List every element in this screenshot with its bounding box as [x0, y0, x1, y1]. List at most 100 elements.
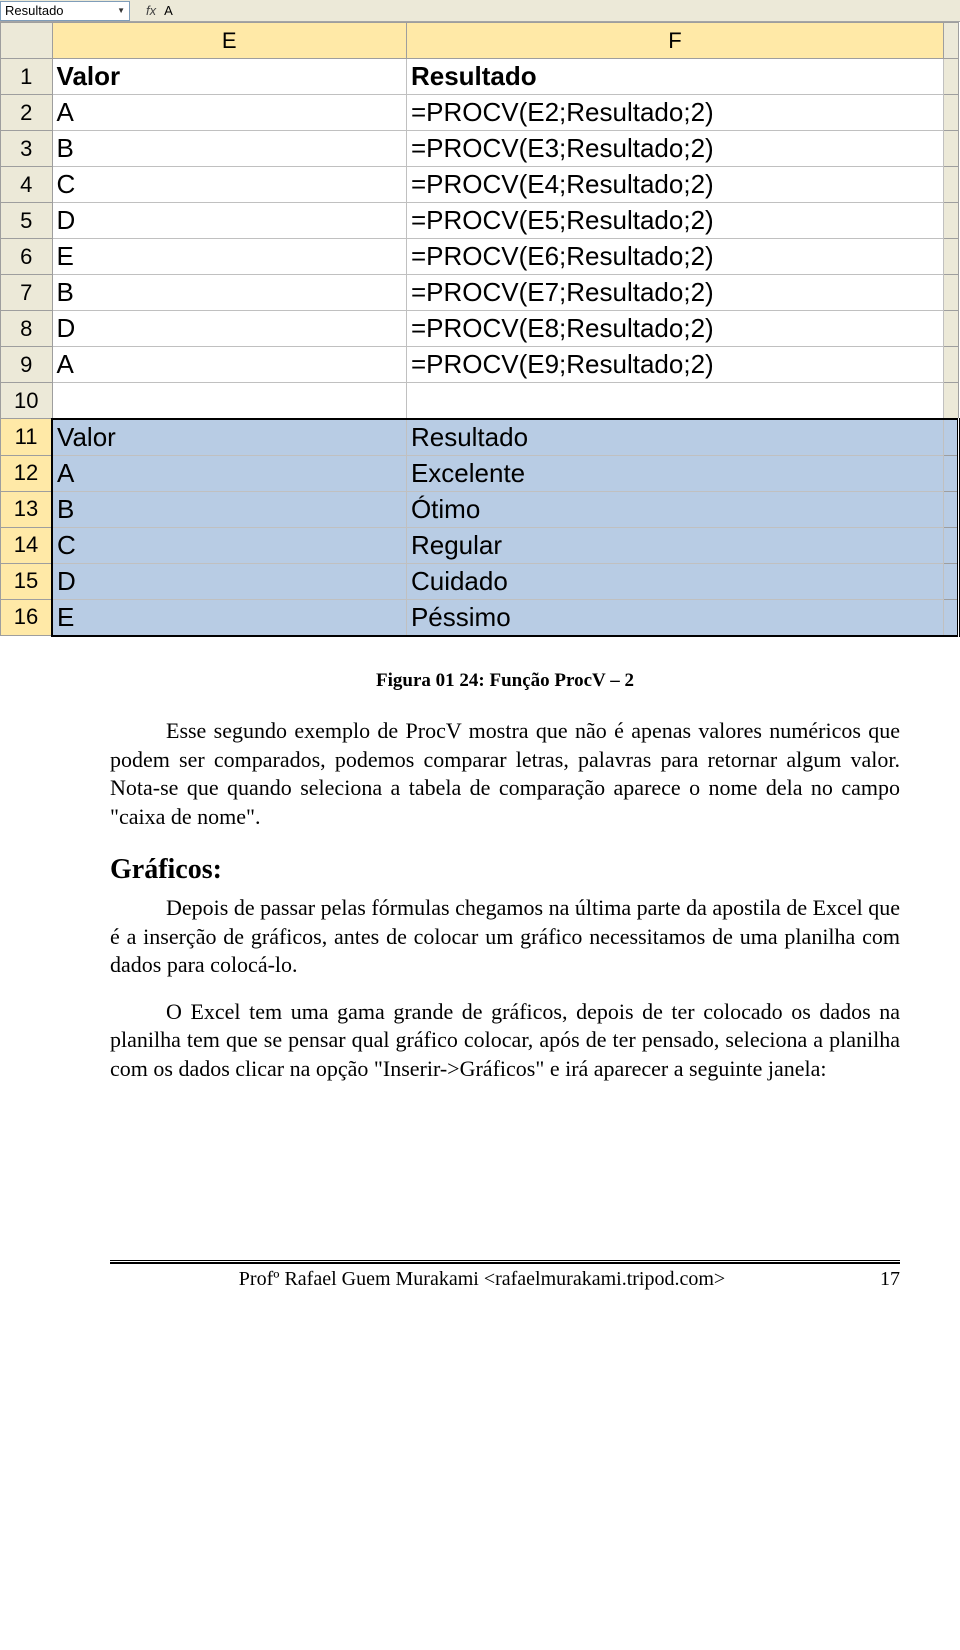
- namebox-row: Resultado ▼ fx A: [0, 0, 960, 22]
- cell-f[interactable]: Regular: [406, 527, 943, 563]
- cell-f[interactable]: Excelente: [406, 455, 943, 491]
- row-header[interactable]: 1: [1, 59, 53, 95]
- name-box-value: Resultado: [5, 3, 64, 18]
- cell-edge: [943, 527, 958, 563]
- row-header[interactable]: 6: [1, 239, 53, 275]
- cell-e[interactable]: B: [52, 131, 406, 167]
- document-body: Figura 01 24: Função ProcV – 2 Esse segu…: [0, 637, 960, 1122]
- row-header[interactable]: 10: [1, 383, 53, 419]
- cell-f[interactable]: =PROCV(E2;Resultado;2): [406, 95, 943, 131]
- paragraph-2: Depois de passar pelas fórmulas chegamos…: [110, 894, 900, 980]
- row-header[interactable]: 15: [1, 563, 53, 599]
- cell-edge: [943, 491, 958, 527]
- spreadsheet-panel: Resultado ▼ fx A E F 1ValorResultado2A=P…: [0, 0, 960, 637]
- section-heading-graficos: Gráficos:: [110, 852, 900, 888]
- cell-f[interactable]: =PROCV(E7;Resultado;2): [406, 275, 943, 311]
- col-header-e[interactable]: E: [52, 23, 406, 59]
- page-footer: Profº Rafael Guem Murakami <rafaelmuraka…: [110, 1262, 900, 1291]
- cell-e[interactable]: C: [52, 167, 406, 203]
- formula-bar[interactable]: fx A: [130, 3, 960, 18]
- row-header[interactable]: 9: [1, 347, 53, 383]
- table-row: 6E=PROCV(E6;Resultado;2): [1, 239, 959, 275]
- table-row: 7B=PROCV(E7;Resultado;2): [1, 275, 959, 311]
- cell-edge: [943, 59, 958, 95]
- table-row: 8D=PROCV(E8;Resultado;2): [1, 311, 959, 347]
- cell-e[interactable]: [52, 383, 406, 419]
- row-header[interactable]: 2: [1, 95, 53, 131]
- table-row: 14CRegular: [1, 527, 959, 563]
- cell-edge: [943, 95, 958, 131]
- cell-e[interactable]: D: [52, 311, 406, 347]
- table-row: 5D=PROCV(E5;Resultado;2): [1, 203, 959, 239]
- cell-edge: [943, 239, 958, 275]
- row-header[interactable]: 11: [1, 419, 53, 456]
- cell-e[interactable]: C: [52, 527, 406, 563]
- paragraph-1: Esse segundo exemplo de ProcV mostra que…: [110, 717, 900, 831]
- cell-e[interactable]: B: [52, 275, 406, 311]
- table-row: 1ValorResultado: [1, 59, 959, 95]
- cell-e[interactable]: D: [52, 203, 406, 239]
- cell-e[interactable]: D: [52, 563, 406, 599]
- cell-e[interactable]: E: [52, 239, 406, 275]
- row-header[interactable]: 8: [1, 311, 53, 347]
- table-row: 9A=PROCV(E9;Resultado;2): [1, 347, 959, 383]
- col-header-f[interactable]: F: [406, 23, 943, 59]
- cell-edge: [943, 311, 958, 347]
- cell-f[interactable]: =PROCV(E5;Resultado;2): [406, 203, 943, 239]
- cell-f[interactable]: Cuidado: [406, 563, 943, 599]
- cell-e[interactable]: Valor: [52, 59, 406, 95]
- col-header-edge: [943, 23, 958, 59]
- cell-f[interactable]: =PROCV(E8;Resultado;2): [406, 311, 943, 347]
- fx-icon[interactable]: fx: [146, 3, 156, 18]
- row-header[interactable]: 13: [1, 491, 53, 527]
- table-row: 11ValorResultado: [1, 419, 959, 456]
- row-header[interactable]: 3: [1, 131, 53, 167]
- cell-f[interactable]: Ótimo: [406, 491, 943, 527]
- cell-edge: [943, 563, 958, 599]
- cell-f[interactable]: Resultado: [406, 59, 943, 95]
- cell-edge: [943, 455, 958, 491]
- figure-caption: Figura 01 24: Função ProcV – 2: [110, 669, 900, 694]
- cell-f[interactable]: [406, 383, 943, 419]
- cell-edge: [943, 275, 958, 311]
- cell-f[interactable]: =PROCV(E4;Resultado;2): [406, 167, 943, 203]
- row-header[interactable]: 7: [1, 275, 53, 311]
- table-row: 12AExcelente: [1, 455, 959, 491]
- table-row: 2A=PROCV(E2;Resultado;2): [1, 95, 959, 131]
- row-header[interactable]: 12: [1, 455, 53, 491]
- cell-e[interactable]: A: [52, 347, 406, 383]
- select-all-corner[interactable]: [1, 23, 53, 59]
- table-row: 16EPéssimo: [1, 599, 959, 636]
- cell-e[interactable]: A: [52, 95, 406, 131]
- row-header[interactable]: 5: [1, 203, 53, 239]
- footer-page-number: 17: [860, 1268, 900, 1291]
- cell-f[interactable]: =PROCV(E9;Resultado;2): [406, 347, 943, 383]
- cell-e[interactable]: E: [52, 599, 406, 636]
- chevron-down-icon[interactable]: ▼: [117, 6, 125, 15]
- cell-edge: [943, 599, 958, 636]
- cell-e[interactable]: A: [52, 455, 406, 491]
- cell-edge: [943, 131, 958, 167]
- cell-e[interactable]: Valor: [52, 419, 406, 456]
- cell-f[interactable]: =PROCV(E6;Resultado;2): [406, 239, 943, 275]
- paragraph-3: O Excel tem uma gama grande de gráficos,…: [110, 998, 900, 1084]
- row-header[interactable]: 4: [1, 167, 53, 203]
- formula-bar-value: A: [164, 3, 173, 18]
- cell-f[interactable]: Péssimo: [406, 599, 943, 636]
- cell-edge: [943, 419, 958, 456]
- table-row: 10: [1, 383, 959, 419]
- row-header[interactable]: 14: [1, 527, 53, 563]
- cell-edge: [943, 347, 958, 383]
- cell-f[interactable]: Resultado: [406, 419, 943, 456]
- name-box[interactable]: Resultado ▼: [0, 1, 130, 21]
- footer-author: Profº Rafael Guem Murakami <rafaelmuraka…: [110, 1268, 854, 1291]
- row-header[interactable]: 16: [1, 599, 53, 636]
- cell-edge: [943, 383, 958, 419]
- cell-f[interactable]: =PROCV(E3;Resultado;2): [406, 131, 943, 167]
- table-row: 13BÓtimo: [1, 491, 959, 527]
- table-row: 3B=PROCV(E3;Resultado;2): [1, 131, 959, 167]
- table-row: 15DCuidado: [1, 563, 959, 599]
- cell-e[interactable]: B: [52, 491, 406, 527]
- cell-grid[interactable]: E F 1ValorResultado2A=PROCV(E2;Resultado…: [0, 22, 960, 637]
- cell-edge: [943, 203, 958, 239]
